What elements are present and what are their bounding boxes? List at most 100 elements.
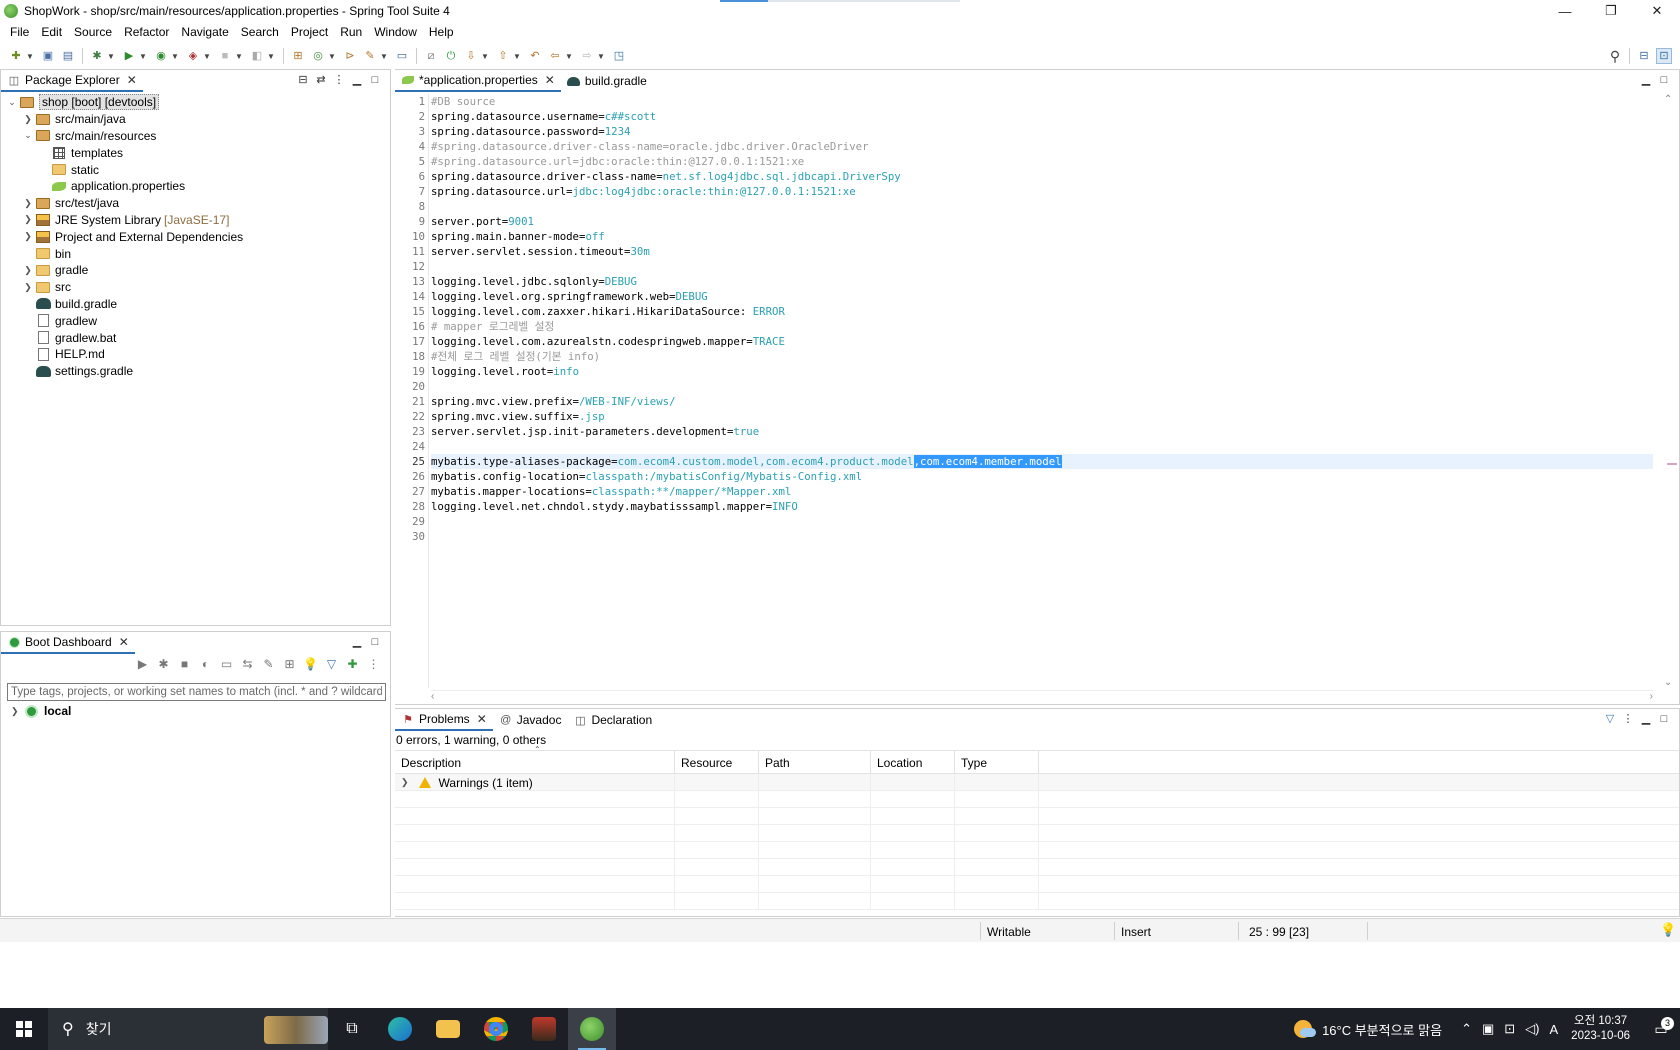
menu-project[interactable]: Project — [285, 25, 334, 39]
chevron-down-icon[interactable]: ⌄ — [21, 130, 35, 141]
new-icon[interactable]: ✚ — [8, 48, 24, 64]
close-icon[interactable]: ✕ — [477, 712, 487, 726]
code-line[interactable]: 17 logging.level.com.azurealstn.codesprin… — [412, 334, 1653, 349]
view-menu-icon[interactable]: ⋮ — [363, 657, 384, 671]
taskbar-app-cat[interactable] — [520, 1008, 568, 1050]
menu-window[interactable]: Window — [368, 25, 423, 39]
code-line[interactable]: 6 spring.datasource.driver-class-name=net… — [419, 169, 1653, 184]
network-icon[interactable]: ⊡ — [1504, 1021, 1515, 1037]
tree-item[interactable]: build.gradle — [1, 296, 390, 313]
code-line[interactable]: 10 spring.main.banner-mode=off — [412, 229, 1653, 244]
chevron-up-icon[interactable]: ⌃ — [1664, 94, 1672, 105]
new-class-icon[interactable]: ◎ — [310, 48, 326, 64]
code-lines[interactable]: 1 #DB source 2 spring.datasource.username=c… — [412, 94, 1653, 688]
maximize-button[interactable]: ❐ — [1588, 0, 1634, 22]
code-line[interactable]: 16 # mapper 로그레벨 설정 — [412, 319, 1653, 334]
taskbar-spring-tool-suite[interactable] — [568, 1008, 616, 1050]
code-line[interactable]: 15 logging.level.com.zaxxer.hikari.Hikari… — [412, 304, 1653, 319]
spring-perspective-icon[interactable]: ⊡ — [1656, 48, 1672, 64]
tab-build-gradle[interactable]: build.gradle — [561, 70, 653, 92]
skip-breakpoints-icon[interactable]: ⧄ — [423, 48, 439, 64]
code-editor[interactable]: 1 #DB source 2 spring.datasource.username=c… — [395, 94, 1679, 688]
next-annotation-dropdown-icon[interactable]: ▼ — [481, 48, 489, 64]
minimize-view-icon[interactable]: ▁ — [1637, 712, 1655, 725]
column-description[interactable]: ⌃ Description — [395, 745, 675, 773]
code-line[interactable]: 9 server.port=9001 — [419, 214, 1653, 229]
minimize-view-icon[interactable]: ▁ — [348, 635, 366, 648]
code-line[interactable]: 22 spring.mvc.view.suffix=.jsp — [412, 409, 1653, 424]
link-with-editor-icon[interactable]: ⇄ — [312, 73, 330, 86]
tree-item[interactable]: settings.gradle — [1, 363, 390, 380]
minimize-button[interactable]: — — [1542, 0, 1588, 22]
ime-indicator[interactable]: A — [1550, 1022, 1559, 1037]
tree-item[interactable]: ❯ JRE System Library [JavaSE-17] — [1, 212, 390, 229]
stop-dropdown-icon[interactable]: ▼ — [235, 48, 243, 64]
maximize-view-icon[interactable]: □ — [1655, 74, 1673, 86]
chevron-right-icon[interactable]: ❯ — [11, 706, 25, 717]
code-line[interactable]: 14 logging.level.org.springframework.web=… — [412, 289, 1653, 304]
code-line[interactable]: 20 — [412, 379, 1653, 394]
back-icon[interactable]: ⇦ — [547, 48, 563, 64]
task-view-button[interactable]: ⧉ — [328, 1008, 376, 1050]
tree-item[interactable]: gradlew — [1, 312, 390, 329]
add-icon[interactable]: ✚ — [342, 657, 363, 671]
open-type-icon[interactable]: ⊳ — [342, 48, 358, 64]
new-dropdown-icon[interactable]: ▼ — [26, 48, 34, 64]
code-line[interactable]: 3 spring.datasource.password=1234 — [419, 124, 1653, 139]
column-type[interactable]: Type — [955, 751, 1039, 773]
menu-refactor[interactable]: Refactor — [118, 25, 175, 39]
chevron-right-icon[interactable]: ❯ — [21, 198, 35, 209]
tab-problems[interactable]: ⚑ Problems ✕ — [395, 709, 493, 731]
boot-dashboard-icon[interactable]: ⏻ — [443, 48, 459, 64]
view-menu-icon[interactable]: ⋮ — [1619, 712, 1637, 725]
run-icon[interactable]: ▶ — [121, 48, 137, 64]
tree-item[interactable]: gradlew.bat — [1, 329, 390, 346]
code-line[interactable]: 18 #전체 로그 레벨 설정(기본 info) — [412, 349, 1653, 364]
code-line[interactable]: 8 — [419, 199, 1653, 214]
minimize-view-icon[interactable]: ▁ — [1637, 73, 1655, 86]
code-line[interactable]: 2 spring.datasource.username=c##scott — [419, 109, 1653, 124]
column-resource[interactable]: Resource — [675, 751, 759, 773]
chevron-right-icon[interactable]: ❯ — [21, 214, 35, 225]
open-web-browser-icon[interactable]: ◐ — [195, 657, 216, 671]
external-tools-dropdown-icon[interactable]: ▼ — [203, 48, 211, 64]
run-dropdown-icon[interactable]: ▼ — [139, 48, 147, 64]
menu-source[interactable]: Source — [68, 25, 118, 39]
coverage-dropdown-icon[interactable]: ▼ — [171, 48, 179, 64]
back-dropdown-icon[interactable]: ▼ — [565, 48, 573, 64]
save-icon[interactable]: ▣ — [40, 48, 56, 64]
code-line[interactable]: 13 logging.level.jdbc.sqlonly=DEBUG — [412, 274, 1653, 289]
show-properties-icon[interactable]: ⊞ — [279, 657, 300, 671]
terminal-icon[interactable]: ▭ — [394, 48, 410, 64]
forward-icon[interactable]: ⇨ — [579, 48, 595, 64]
tree-item[interactable]: bin — [1, 245, 390, 262]
tree-item[interactable]: static — [1, 161, 390, 178]
save-all-icon[interactable]: ▤ — [60, 48, 76, 64]
forward-dropdown-icon[interactable]: ▼ — [597, 48, 605, 64]
external-tools-icon[interactable]: ◈ — [185, 48, 201, 64]
last-edit-icon[interactable]: ↶ — [527, 48, 543, 64]
menu-navigate[interactable]: Navigate — [175, 25, 234, 39]
tip-lightbulb-icon[interactable]: 💡 — [1660, 922, 1676, 938]
chevron-up-icon[interactable]: ⌃ — [1461, 1021, 1472, 1037]
close-icon[interactable]: ✕ — [127, 73, 137, 87]
tree-item[interactable]: application.properties — [1, 178, 390, 195]
lightbulb-icon[interactable]: 💡 — [300, 657, 321, 671]
code-line[interactable]: 29 — [412, 514, 1653, 529]
chevron-right-icon[interactable]: ❯ — [401, 777, 409, 788]
code-line[interactable]: 21 spring.mvc.view.prefix=/WEB-INF/views/ — [412, 394, 1653, 409]
edit-icon[interactable]: ✎ — [258, 657, 279, 671]
tab-javadoc[interactable]: @ Javadoc — [493, 709, 568, 731]
search-tools-icon[interactable]: ✎ — [362, 48, 378, 64]
code-line[interactable]: 4 #spring.datasource.driver-class-name=or… — [419, 139, 1653, 154]
open-console-icon[interactable]: ▭ — [216, 657, 237, 671]
overview-ruler-mark[interactable] — [1667, 463, 1677, 465]
code-line[interactable]: 26 mybatis.config-location=classpath:/myb… — [412, 469, 1653, 484]
stop-icon[interactable]: ■ — [174, 657, 195, 671]
maximize-view-icon[interactable]: □ — [366, 74, 384, 86]
tree-item[interactable]: templates — [1, 144, 390, 161]
boot-filter-input[interactable] — [7, 683, 386, 701]
chevron-right-icon[interactable]: ❯ — [21, 231, 35, 242]
stop-icon[interactable]: ■ — [217, 48, 233, 64]
code-line[interactable]: 27 mybatis.mapper-locations=classpath:**/… — [412, 484, 1653, 499]
